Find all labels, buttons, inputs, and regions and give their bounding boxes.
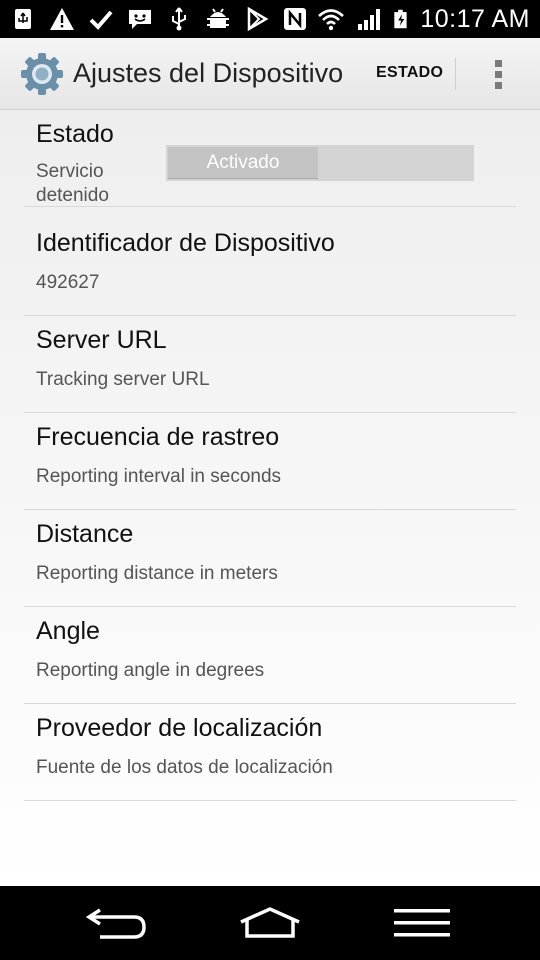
pref-frequency[interactable]: Frecuencia de rastreo Reporting interval… [24, 413, 516, 510]
message-icon [129, 10, 151, 29]
pref-summary: 492627 [36, 272, 100, 293]
pref-title: Angle [36, 617, 100, 645]
screen: 10:17 AM Ajustes del Dispositivo ESTADO … [0, 0, 540, 960]
pref-title: Distance [36, 520, 134, 548]
status-time: 10:17 AM [420, 4, 530, 33]
battery-charging-icon [394, 9, 407, 29]
status-bar: 10:17 AM [0, 0, 540, 38]
pref-location-provider[interactable]: Proveedor de localización Fuente de los … [24, 704, 516, 801]
play-store-icon [247, 6, 269, 32]
gear-icon[interactable] [20, 52, 64, 96]
pref-title: Identificador de Dispositivo [36, 229, 335, 257]
usb-symbol-icon [172, 7, 186, 31]
android-debug-icon [207, 8, 229, 28]
navigation-bar [0, 886, 540, 960]
settings-list: Estado Servicio detenido Activado Identi… [0, 110, 540, 886]
pref-title: Server URL [36, 326, 167, 354]
estado-action-button[interactable]: ESTADO [376, 64, 443, 82]
switch-thumb[interactable]: Activado [168, 147, 318, 179]
pref-title: Proveedor de localización [36, 714, 323, 742]
pref-device-id[interactable]: Identificador de Dispositivo 492627 [24, 219, 516, 316]
action-bar: Ajustes del Dispositivo ESTADO [0, 38, 540, 110]
pref-title: Frecuencia de rastreo [36, 423, 280, 451]
nfc-icon [284, 8, 307, 30]
signal-icon [358, 9, 381, 30]
estado-switch[interactable]: Activado [166, 145, 474, 181]
usb-icon [15, 9, 31, 29]
pref-summary: Reporting distance in meters [36, 563, 278, 584]
pref-angle[interactable]: Angle Reporting angle in degrees [24, 607, 516, 704]
status-system-icons: 10:17 AM [282, 5, 530, 34]
page-title: Ajustes del Dispositivo [73, 58, 344, 88]
wifi-icon [318, 9, 345, 31]
menu-icon[interactable] [394, 906, 450, 940]
back-icon[interactable] [86, 906, 148, 940]
action-bar-divider [455, 58, 456, 90]
pref-summary: Fuente de los datos de localización [36, 757, 333, 778]
status-notification-icons [10, 6, 270, 32]
overflow-menu-icon[interactable] [486, 60, 510, 90]
home-icon[interactable] [238, 906, 302, 940]
pref-summary: Tracking server URL [36, 369, 210, 390]
pref-title: Estado [36, 120, 114, 148]
check-icon [89, 10, 113, 30]
warning-icon [50, 8, 74, 30]
pref-distance[interactable]: Distance Reporting distance in meters [24, 510, 516, 607]
pref-estado[interactable]: Estado Servicio detenido Activado [24, 110, 516, 207]
pref-summary: Reporting interval in seconds [36, 466, 282, 487]
pref-server-url[interactable]: Server URL Tracking server URL [24, 316, 516, 413]
pref-summary: Servicio detenido [36, 161, 109, 206]
pref-summary: Reporting angle in degrees [36, 660, 265, 681]
